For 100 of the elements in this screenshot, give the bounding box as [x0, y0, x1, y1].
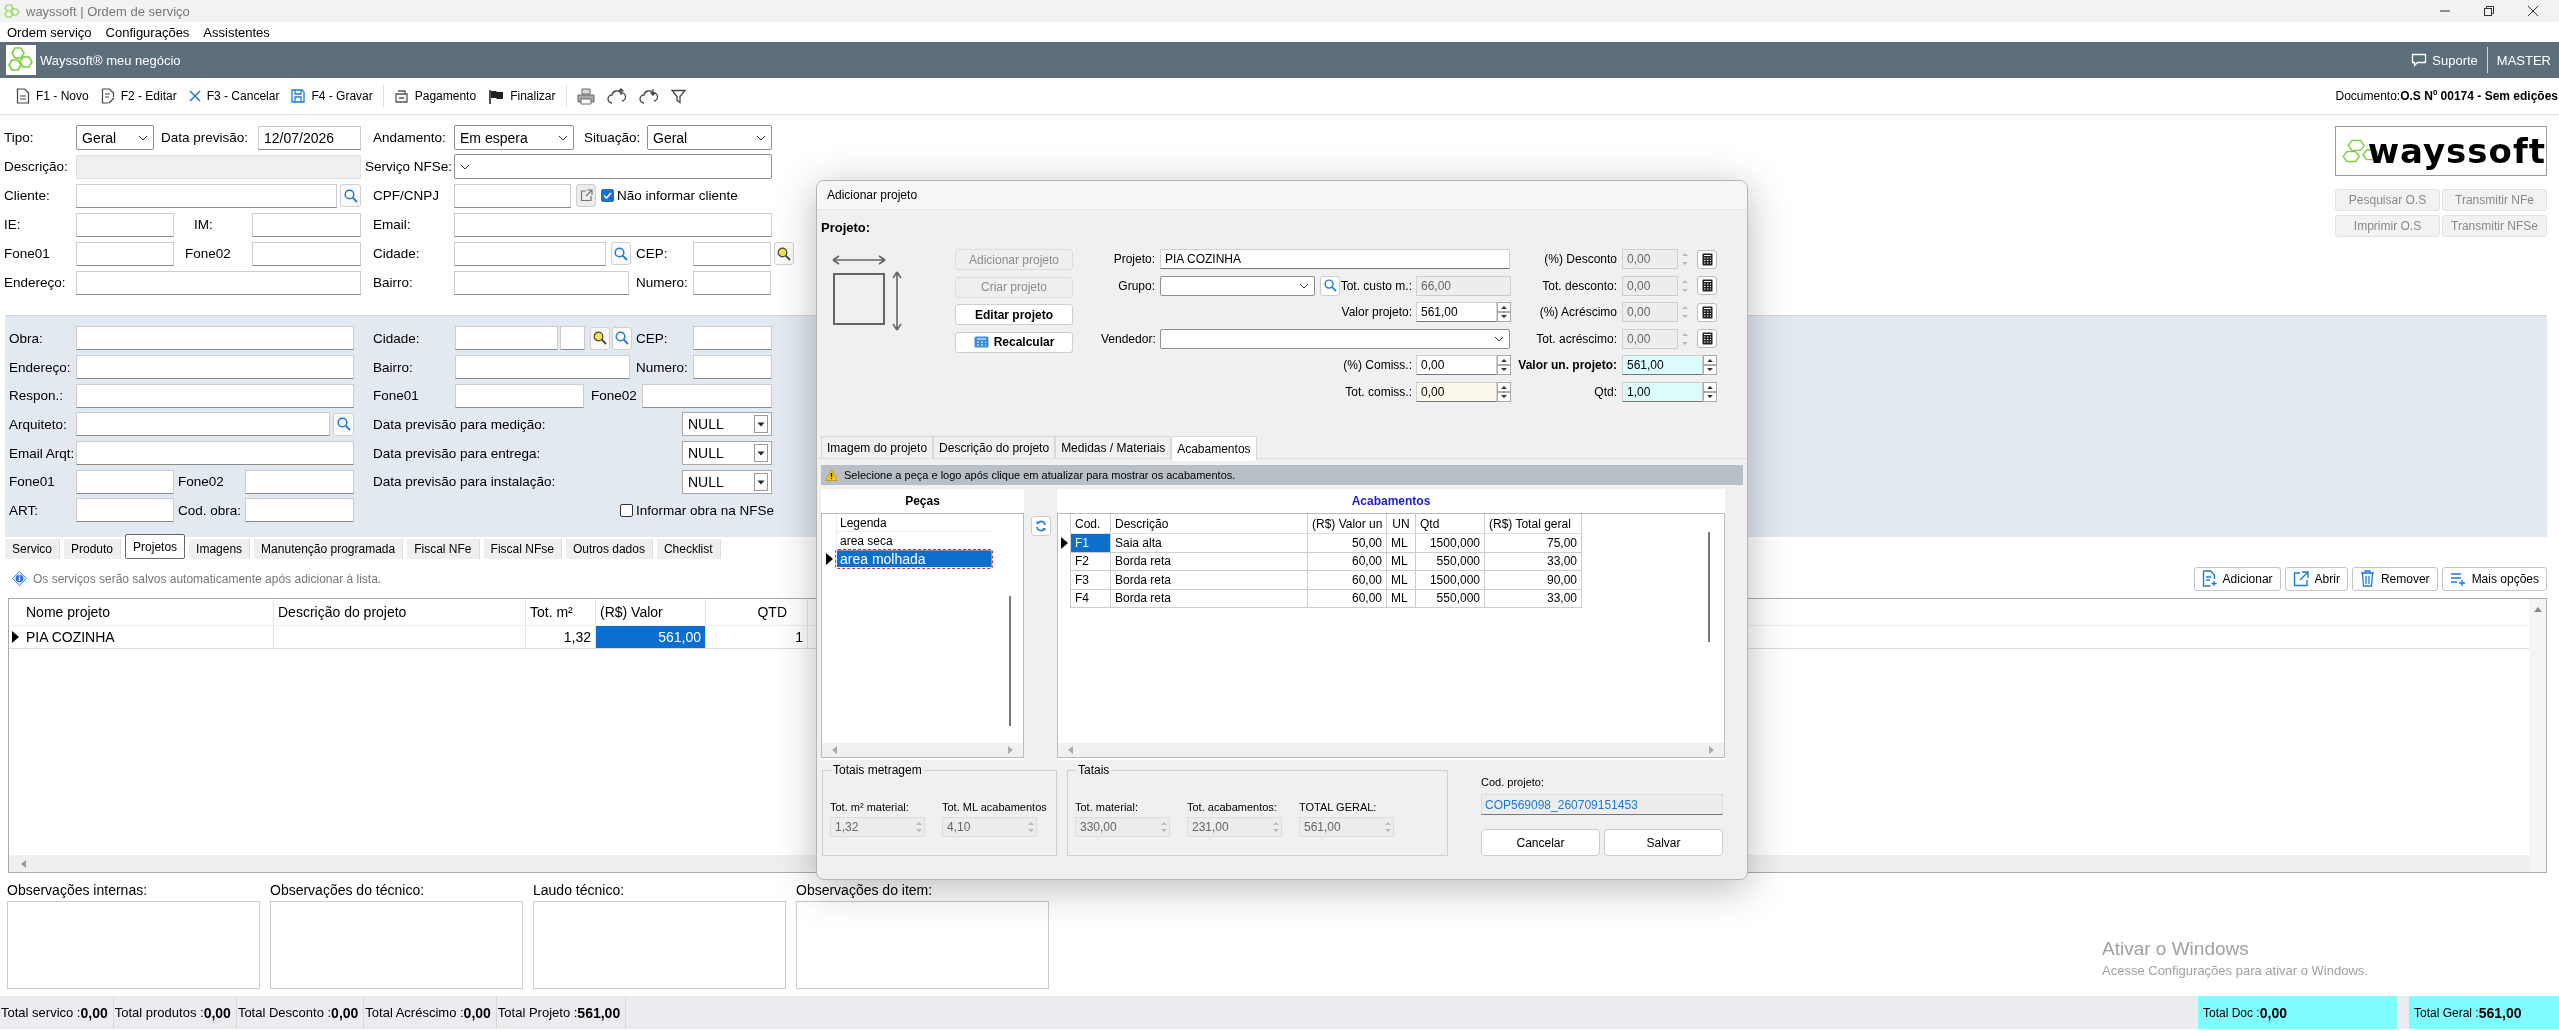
number-field[interactable]: 561,00 — [1416, 302, 1497, 323]
text-field[interactable] — [76, 441, 354, 466]
toolbar-button[interactable]: F2 - Editar — [94, 82, 183, 110]
tab[interactable]: Fiscal NFse — [483, 539, 562, 559]
list-item[interactable]: Legenda — [836, 514, 992, 532]
menu-item[interactable]: Configurações — [105, 24, 190, 40]
toolbar-button[interactable]: F1 - Novo — [10, 82, 95, 110]
spin-buttons[interactable] — [1497, 355, 1511, 376]
number-field[interactable]: 0,00 — [1416, 381, 1497, 402]
scroll-left-icon[interactable] — [19, 858, 27, 869]
spin-buttons[interactable] — [1497, 381, 1511, 402]
text-field[interactable] — [76, 326, 354, 351]
date-select[interactable]: NULL — [682, 441, 772, 466]
situation-select[interactable]: Geral — [647, 125, 772, 150]
tab[interactable]: Outros dados — [565, 539, 653, 559]
tab[interactable]: Descrição do projeto — [933, 436, 1056, 458]
checkbox-label[interactable]: Informar obra na NFSe — [633, 502, 775, 518]
status-select[interactable]: Em espera — [454, 125, 574, 150]
list-action-button[interactable]: Mais opções — [2441, 566, 2547, 591]
group-select[interactable] — [1160, 275, 1315, 296]
column-header[interactable]: QTD — [706, 599, 808, 625]
cep-search-button[interactable] — [590, 326, 610, 350]
number-field[interactable]: 1,32 — [830, 817, 925, 837]
text-field[interactable] — [76, 498, 174, 523]
number-field[interactable]: 561,00 — [1622, 355, 1703, 376]
text-field[interactable] — [560, 326, 585, 351]
dialog-action-button[interactable]: Recalcular — [955, 331, 1073, 353]
scrollbar[interactable] — [1058, 743, 1724, 757]
toolbar-button[interactable]: F3 - Cancelar — [182, 82, 286, 110]
text-field[interactable] — [454, 212, 772, 237]
checkbox[interactable] — [620, 503, 633, 517]
calculator-button[interactable] — [1697, 302, 1717, 322]
refresh-button[interactable] — [1030, 516, 1051, 536]
text-field[interactable] — [252, 241, 361, 266]
text-field[interactable] — [76, 412, 330, 437]
spin-buttons[interactable] — [1703, 355, 1717, 376]
text-field[interactable] — [693, 270, 771, 295]
project-name-field[interactable]: PIA COZINHA — [1160, 249, 1510, 270]
close-icon[interactable] — [2527, 5, 2539, 17]
support-link[interactable]: Suporte — [2432, 52, 2478, 68]
scroll-right-icon[interactable] — [1007, 746, 1013, 754]
search-button[interactable] — [1320, 275, 1340, 296]
text-field[interactable] — [252, 212, 361, 237]
list-action-button[interactable]: Adicionar — [2193, 566, 2281, 591]
tab[interactable]: Fiscal NFe — [407, 539, 480, 559]
calculator-button[interactable] — [1697, 276, 1717, 296]
tab[interactable]: Imagens — [189, 539, 251, 559]
number-field[interactable]: 231,00 — [1187, 817, 1282, 837]
dialog-button[interactable]: Salvar — [1604, 829, 1723, 856]
date-select[interactable]: NULL — [682, 412, 772, 437]
text-field[interactable] — [76, 212, 174, 237]
text-field[interactable] — [455, 326, 558, 351]
column-header[interactable]: (R$) Valor un — [1308, 514, 1387, 534]
scrollbar[interactable] — [822, 743, 1023, 757]
column-header[interactable]: Qtd — [1416, 514, 1485, 534]
list-action-button[interactable]: Abrir — [2284, 566, 2348, 591]
text-field[interactable] — [76, 383, 354, 408]
scroll-left-icon[interactable] — [1068, 746, 1074, 754]
service-select[interactable] — [454, 154, 772, 179]
toolbar-button[interactable]: F4 - Gravar — [285, 82, 379, 110]
date-field[interactable]: 12/07/2026 — [258, 125, 361, 150]
column-header[interactable]: UN — [1387, 514, 1416, 534]
number-field[interactable]: 561,00 — [1299, 817, 1394, 837]
tab[interactable]: Medidas / Materiais — [1055, 436, 1172, 458]
text-field[interactable] — [76, 183, 337, 208]
tab[interactable]: Projetos — [125, 534, 186, 559]
scroll-up-icon[interactable] — [2532, 605, 2543, 613]
spin-buttons[interactable] — [1703, 381, 1717, 402]
search-button[interactable] — [340, 184, 361, 207]
text-field[interactable] — [245, 469, 354, 494]
toolbar-button[interactable]: Finalizar — [482, 82, 562, 110]
tab[interactable]: Produto — [64, 539, 122, 559]
menu-item[interactable]: Ordem serviço — [7, 24, 92, 40]
scroll-right-icon[interactable] — [1708, 746, 1714, 754]
text-field[interactable] — [76, 241, 174, 266]
text-field[interactable] — [76, 469, 174, 494]
text-field[interactable] — [76, 154, 361, 179]
tab[interactable]: Servico — [5, 539, 60, 559]
dialog-action-button[interactable]: Editar projeto — [955, 304, 1073, 325]
seller-select[interactable] — [1160, 328, 1510, 349]
text-field[interactable] — [454, 183, 571, 208]
tab[interactable]: Imagem do projeto — [821, 436, 934, 458]
number-field[interactable]: 0,00 — [1416, 355, 1497, 376]
number-field[interactable]: 330,00 — [1075, 817, 1170, 837]
column-header[interactable]: Nome projeto — [22, 599, 274, 625]
text-field[interactable] — [455, 383, 584, 408]
spin-buttons[interactable] — [1497, 302, 1511, 323]
checkbox-label[interactable]: Não informar cliente — [614, 188, 738, 203]
cep-search-button[interactable] — [774, 242, 794, 265]
text-field[interactable] — [76, 270, 361, 295]
tab[interactable]: Manutenção programada — [254, 539, 404, 559]
list-item[interactable]: area molhada — [836, 550, 992, 568]
toolbar-button[interactable]: Pagamento — [387, 82, 483, 110]
text-field[interactable] — [454, 270, 629, 295]
search-button[interactable] — [612, 326, 632, 350]
text-field[interactable] — [693, 241, 771, 266]
tipo-select[interactable]: Geral — [76, 125, 154, 150]
column-header[interactable]: Descrição — [1111, 514, 1308, 534]
calculator-button[interactable] — [1697, 249, 1717, 269]
column-header[interactable]: Tot. m² — [526, 599, 596, 625]
